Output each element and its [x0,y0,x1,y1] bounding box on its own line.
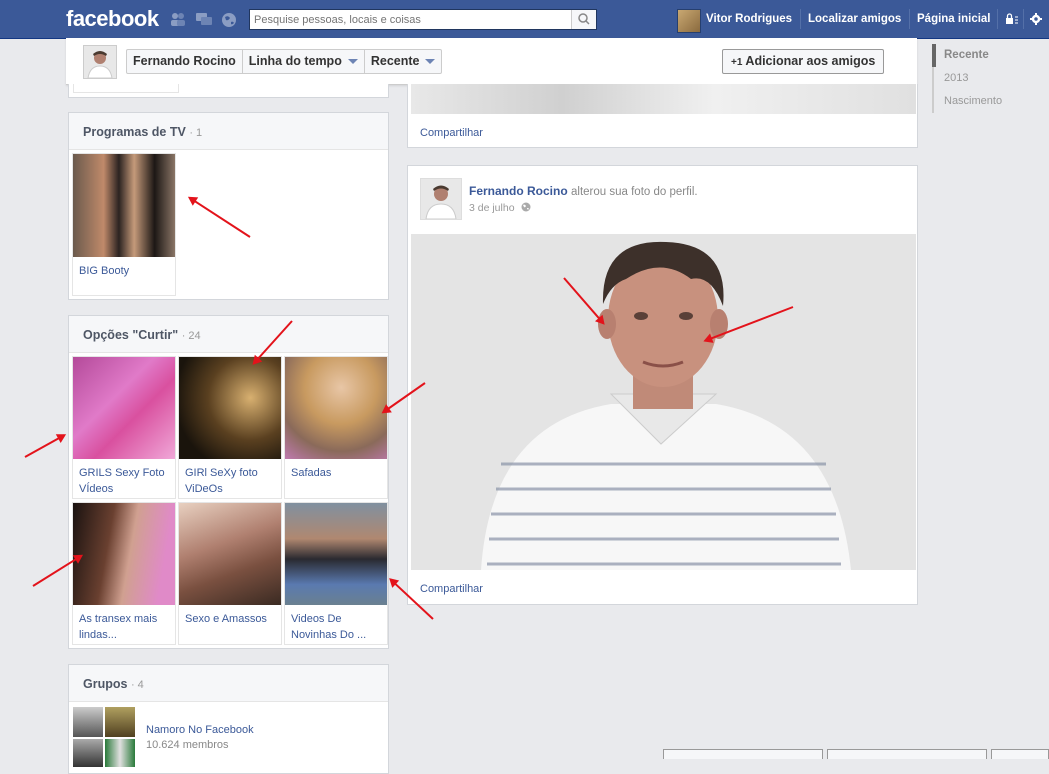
like-label: GRILS Sexy Foto VÍdeos [79,467,165,495]
post-author-avatar[interactable] [420,178,462,220]
annotation-arrow [24,434,65,458]
recent-dropdown[interactable]: Recente [365,50,442,73]
tv-shows-header[interactable]: Programas de TV · 1 [69,113,388,150]
recent-dropdown-label: Recente [370,54,420,68]
search-input[interactable] [250,10,576,29]
settings-gear-icon[interactable] [1030,13,1046,27]
home-link[interactable]: Página inicial [917,13,991,25]
groups-header[interactable]: Grupos · 4 [69,665,388,702]
messages-icon[interactable] [196,12,212,26]
timeline-dropdown-label: Linha do tempo [248,54,342,68]
timeline-nav-birth[interactable]: Nascimento [932,90,1012,113]
like-thumbnail [285,503,387,605]
profile-header-bar: Fernando Rocino Linha do tempo Recente +… [66,38,917,85]
tv-shows-count: · 1 [189,127,203,139]
divider [909,9,910,29]
chat-tab[interactable] [991,749,1049,759]
find-friends-link[interactable]: Localizar amigos [808,13,901,25]
likes-count: · 24 [181,330,201,342]
divider [800,9,801,29]
like-label: Sexo e Amassos [185,613,267,625]
share-link[interactable]: Compartilhar [420,127,483,139]
group-members: 10.624 membros [146,739,229,751]
like-label: Safadas [291,467,332,479]
like-thumbnail [73,357,175,459]
chat-tab[interactable] [663,749,823,759]
group-name-link[interactable]: Namoro No Facebook [146,724,254,736]
chevron-down-icon [347,59,358,65]
tv-shows-box: Programas de TV · 1 BIG Booty [68,112,389,300]
groups-title: Grupos [83,677,128,691]
timeline-nav-recent[interactable]: Recente [932,44,1012,67]
search-icon [578,13,590,25]
like-tile[interactable]: Videos De Novinhas Do ... [284,502,388,645]
notifications-globe-icon[interactable] [221,12,237,27]
profile-photo-image [411,234,916,570]
tv-shows-title: Programas de TV [83,125,186,139]
group-thumbnail[interactable] [73,707,135,767]
search-box [249,9,597,30]
user-name-link[interactable]: Vitor Rodrigues [706,13,792,25]
add-friend-icon: +1 [731,57,743,68]
timeline-year-nav: Recente 2013 Nascimento [932,44,1012,113]
like-thumbnail [179,503,281,605]
profile-photo-post: Fernando Rocino alterou sua foto do perf… [407,165,918,605]
post-date[interactable]: 3 de julho [469,202,515,214]
globe-icon [521,202,531,212]
timeline-dropdown[interactable]: Linha do tempo [243,50,365,73]
search-button[interactable] [571,10,596,29]
post-header: Fernando Rocino alterou sua foto do perf… [469,184,698,198]
timeline-nav-2013[interactable]: 2013 [932,67,1012,90]
breadcrumb: Fernando Rocino Linha do tempo Recente [126,49,443,74]
post-action-text: alterou sua foto do perfil. [571,186,698,198]
profile-thumbnail[interactable] [83,45,117,79]
like-thumbnail [285,357,387,459]
friend-requests-icon[interactable] [170,12,186,26]
user-avatar[interactable] [677,9,701,33]
groups-box: Grupos · 4 Namoro No Facebook 10.624 mem… [68,664,389,774]
like-label: GIRl SeXy foto ViDeOs [185,467,258,495]
like-tile[interactable]: Sexo e Amassos [178,502,282,645]
like-thumbnail [73,503,175,605]
like-tile[interactable]: Safadas [284,356,388,499]
add-friend-button[interactable]: +1 Adicionar aos amigos [722,49,885,74]
facebook-logo[interactable]: facebook [66,6,159,32]
likes-header[interactable]: Opções "Curtir" · 24 [69,316,388,353]
like-label: As transex mais lindas... [79,613,158,641]
previous-post: Compartilhar [407,84,918,148]
likes-box: Opções "Curtir" · 24 GRILS Sexy Foto VÍd… [68,315,389,649]
like-tile[interactable]: GIRl SeXy foto ViDeOs [178,356,282,499]
tv-show-tile[interactable]: BIG Booty [72,153,176,296]
tv-show-label: BIG Booty [79,265,130,277]
previous-post-photo[interactable] [411,84,916,114]
top-bar: facebook Vitor Rodrigues Localizar amigo… [0,0,1049,39]
breadcrumb-profile-name[interactable]: Fernando Rocino [127,50,243,73]
like-tile[interactable]: As transex mais lindas... [72,502,176,645]
tile [73,84,179,93]
chat-tab[interactable] [827,749,987,759]
post-author-link[interactable]: Fernando Rocino [469,184,568,198]
share-link[interactable]: Compartilhar [420,583,483,595]
like-thumbnail [179,357,281,459]
divider [1023,9,1024,29]
divider [997,9,998,29]
like-tile[interactable]: GRILS Sexy Foto VÍdeos [72,356,176,499]
add-friend-label: Adicionar aos amigos [745,54,876,68]
likes-title: Opções "Curtir" [83,328,179,342]
post-meta: 3 de julho [469,202,531,214]
tv-show-thumbnail [73,154,175,257]
like-label: Videos De Novinhas Do ... [291,613,367,641]
profile-photo[interactable] [411,234,916,570]
privacy-lock-icon[interactable] [1005,13,1021,27]
groups-count: · 4 [130,679,144,691]
chevron-down-icon [425,59,436,65]
previous-box-bottom [68,84,389,98]
